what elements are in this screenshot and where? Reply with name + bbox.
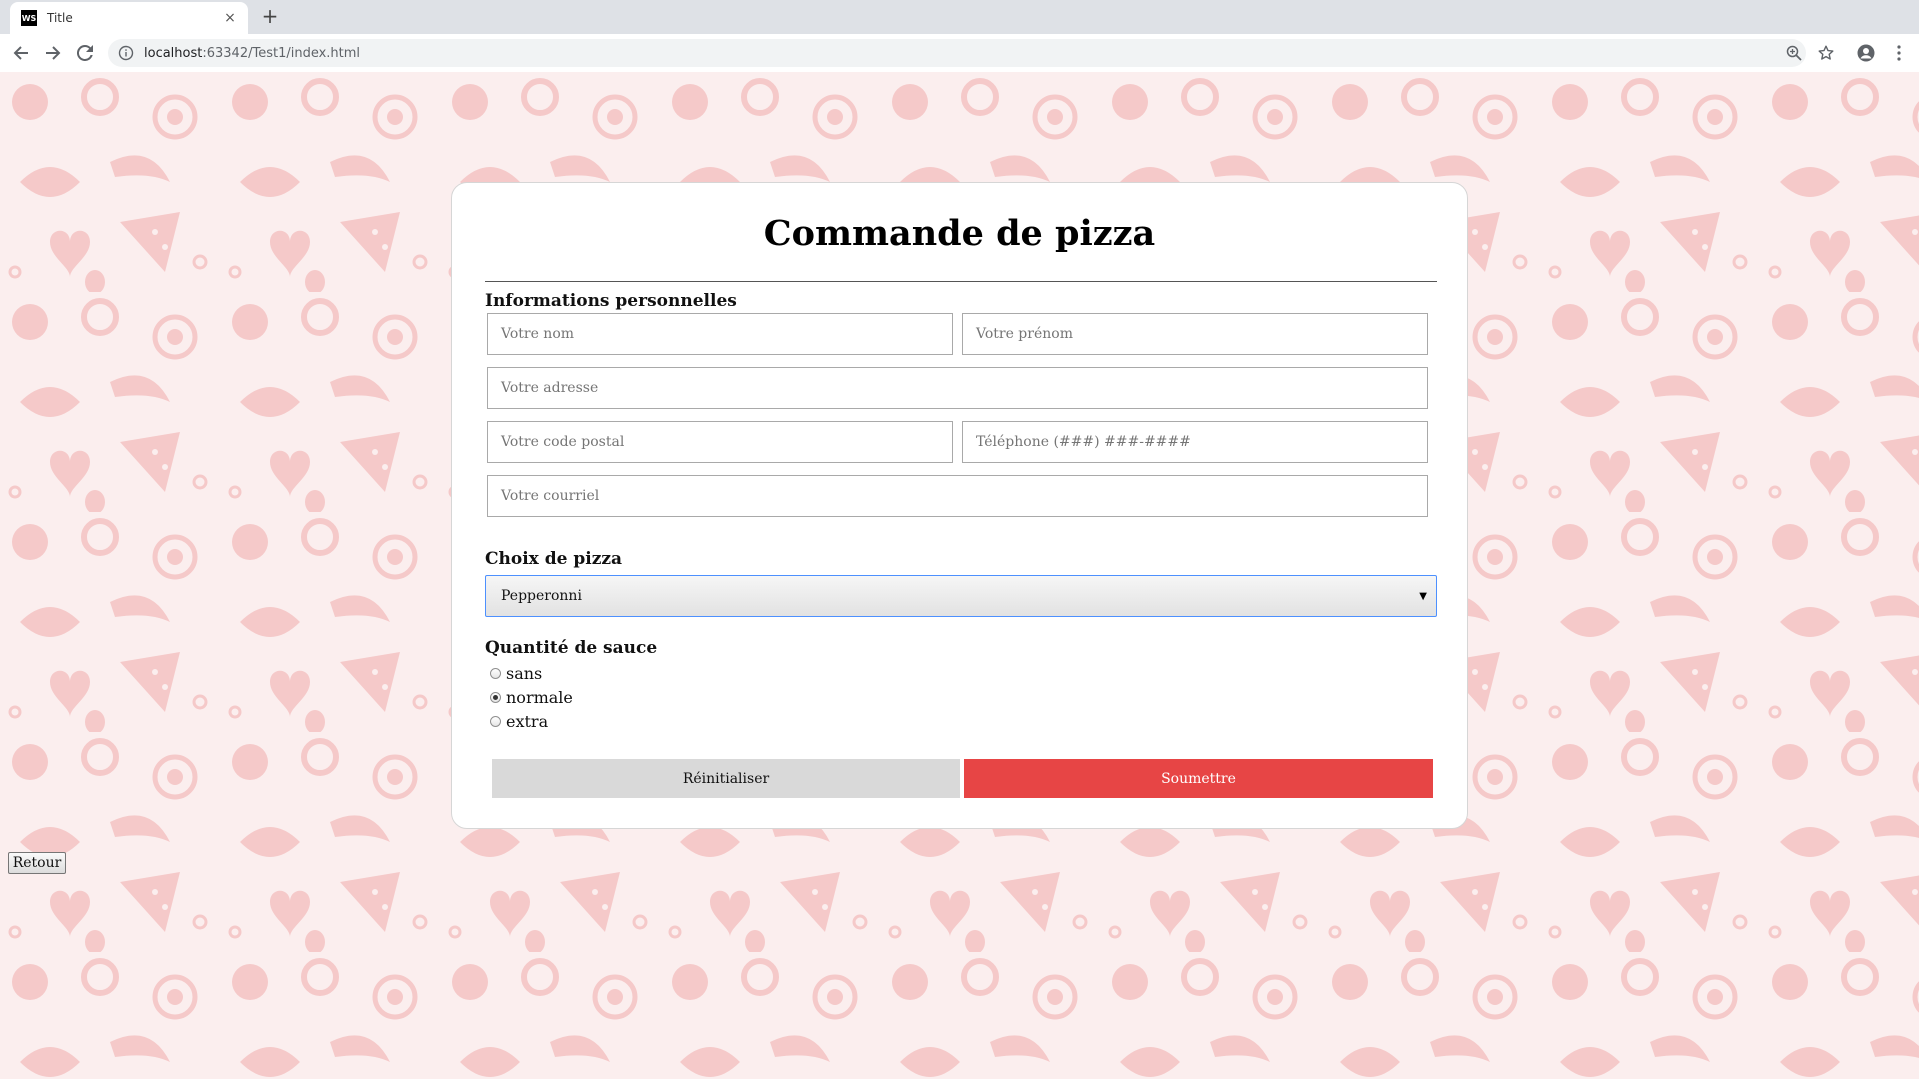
- bookmark-star-icon[interactable]: [1812, 39, 1840, 67]
- url-path: :63342/Test1/index.html: [202, 45, 361, 61]
- postal-code-field[interactable]: Votre code postal: [487, 421, 953, 463]
- info-icon[interactable]: [118, 45, 134, 61]
- pizza-choice-heading: Choix de pizza: [485, 549, 623, 569]
- back-button[interactable]: Retour: [8, 852, 66, 874]
- dropdown-arrow-icon: ▼: [1419, 590, 1427, 602]
- kebab-menu-icon[interactable]: [1885, 39, 1913, 67]
- back-arrow-icon[interactable]: [7, 39, 35, 67]
- new-tab-icon[interactable]: +: [259, 6, 281, 28]
- personal-info-heading: Informations personnelles: [485, 291, 737, 311]
- email-field[interactable]: Votre courriel: [487, 475, 1428, 517]
- sauce-quantity-heading: Quantité de sauce: [485, 638, 658, 658]
- tab-title: Title: [47, 11, 73, 25]
- browser-tab[interactable]: WS Title ×: [10, 2, 248, 34]
- sauce-option-sans[interactable]: sans: [490, 664, 542, 683]
- radio-button-checked[interactable]: [490, 692, 501, 703]
- radio-label: extra: [506, 712, 549, 731]
- pizza-select-value: Pepperonni: [501, 588, 582, 604]
- phone-field[interactable]: Téléphone (###) ###-####: [962, 421, 1428, 463]
- profile-avatar-icon[interactable]: [1852, 39, 1880, 67]
- page-viewport: Commande de pizza Informations personnel…: [0, 72, 1919, 1079]
- address-field[interactable]: Votre adresse: [487, 367, 1428, 409]
- tab-close-icon[interactable]: ×: [222, 10, 238, 26]
- radio-label: sans: [506, 664, 543, 683]
- title-divider: [485, 281, 1437, 282]
- forward-arrow-icon[interactable]: [39, 39, 67, 67]
- submit-button[interactable]: Soumettre: [964, 759, 1433, 798]
- order-form-card: Commande de pizza Informations personnel…: [451, 182, 1468, 829]
- browser-toolbar: localhost:63342/Test1/index.html: [0, 34, 1919, 73]
- radio-label: normale: [506, 688, 573, 707]
- url-host: localhost: [144, 45, 203, 61]
- pizza-select[interactable]: Pepperonni ▼: [485, 575, 1437, 617]
- sauce-option-extra[interactable]: extra: [490, 712, 548, 731]
- zoom-icon[interactable]: [1780, 39, 1808, 67]
- name-field[interactable]: Votre nom: [487, 313, 953, 355]
- reload-icon[interactable]: [71, 39, 99, 67]
- firstname-field[interactable]: Votre prénom: [962, 313, 1428, 355]
- browser-tab-strip: WS Title × +: [0, 0, 1919, 34]
- radio-button[interactable]: [490, 716, 501, 727]
- address-bar[interactable]: localhost:63342/Test1/index.html: [108, 39, 1806, 67]
- webstorm-favicon-icon: WS: [21, 10, 37, 26]
- page-title: Commande de pizza: [763, 213, 1156, 254]
- reset-button[interactable]: Réinitialiser: [492, 759, 960, 798]
- sauce-option-normale[interactable]: normale: [490, 688, 573, 707]
- radio-button[interactable]: [490, 668, 501, 679]
